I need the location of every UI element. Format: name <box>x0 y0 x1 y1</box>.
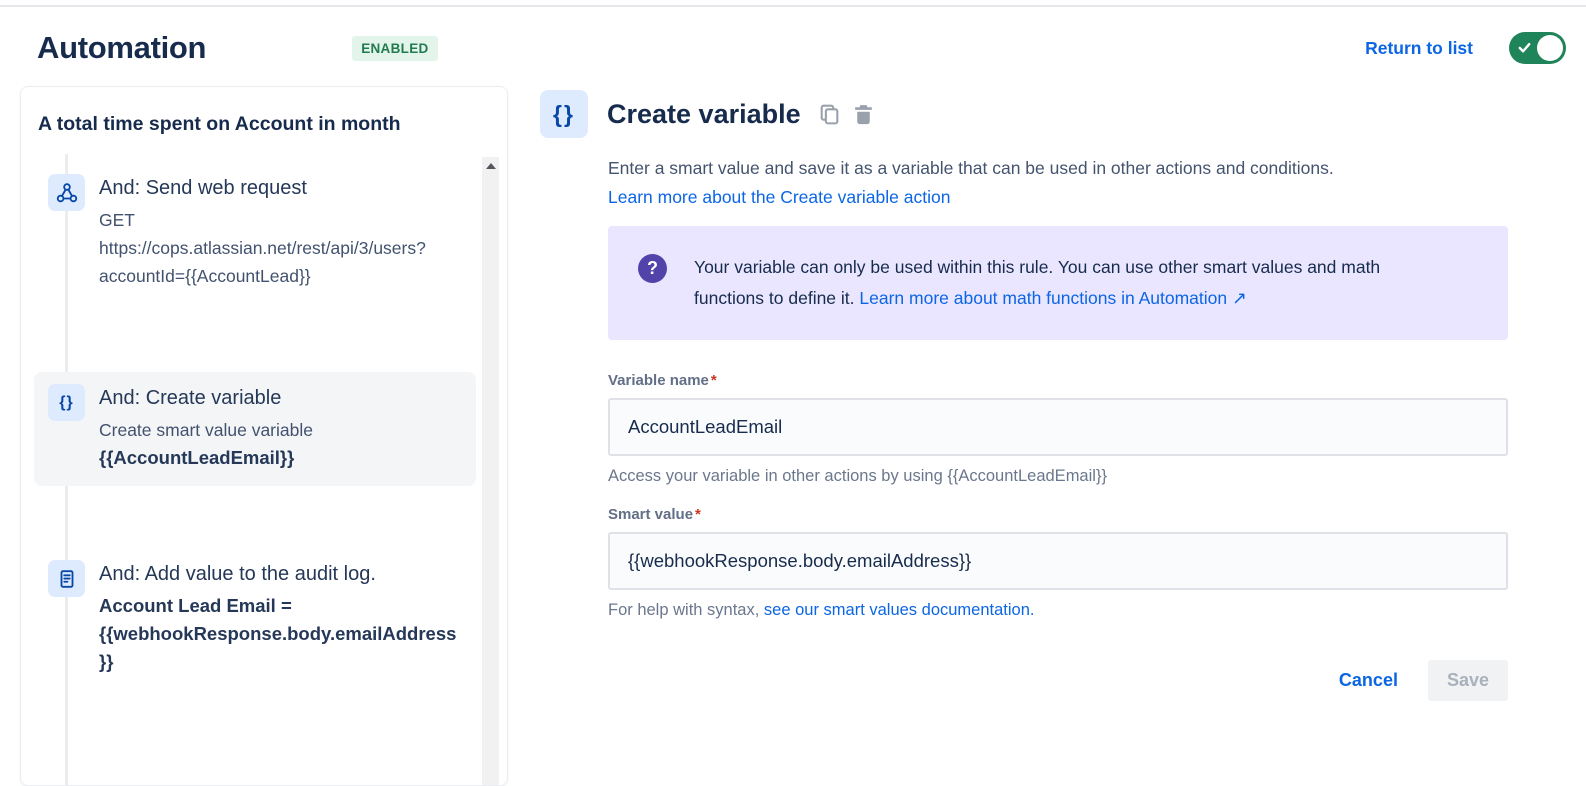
toggle-knob <box>1537 35 1563 61</box>
smart-value-field: Smart value* For help with syntax, see o… <box>608 506 1508 620</box>
info-banner: ? Your variable can only be used within … <box>608 226 1508 340</box>
webhook-icon <box>48 174 85 211</box>
status-badge: ENABLED <box>352 36 437 61</box>
action-editor-panel: {} Create variable Enter a smart value a… <box>508 86 1586 701</box>
action-title: Create variable <box>607 99 801 130</box>
page-top-divider <box>0 5 1586 7</box>
braces-icon: {} <box>48 384 85 421</box>
step-title: And: Create variable <box>99 384 313 412</box>
save-button[interactable]: Save <box>1428 660 1508 701</box>
sidebar-scrollbar[interactable] <box>482 157 499 785</box>
trash-icon[interactable] <box>851 102 876 127</box>
variable-name-input[interactable] <box>608 398 1508 456</box>
learn-more-link[interactable]: Learn more about the Create variable act… <box>608 183 950 211</box>
step-body: And: Add value to the audit log. Account… <box>99 560 461 676</box>
rule-step-send-web-request[interactable]: And: Send web request GET https://cops.a… <box>21 164 507 300</box>
cancel-button[interactable]: Cancel <box>1339 670 1398 691</box>
math-functions-link[interactable]: Learn more about math functions in Autom… <box>859 288 1246 308</box>
required-asterisk: * <box>711 372 717 389</box>
smart-values-doc-link[interactable]: see our smart values documentation. <box>764 601 1035 619</box>
label-text: Smart value <box>608 506 693 523</box>
helper-text: For help with syntax, <box>608 601 764 619</box>
braces-icon: {} <box>540 90 588 138</box>
audit-log-icon <box>48 560 85 597</box>
audit-log-value: Account Lead Email = {{webhookResponse.b… <box>99 592 461 676</box>
request-method: GET <box>99 206 461 234</box>
step-body: And: Send web request GET https://cops.a… <box>99 174 461 290</box>
label-text: Variable name <box>608 372 709 389</box>
check-icon <box>1517 40 1532 55</box>
content-area: A total time spent on Account in month A… <box>0 66 1586 786</box>
variable-name-field: Variable name* Access your variable in o… <box>608 372 1508 486</box>
return-to-list-link[interactable]: Return to list <box>1365 38 1473 59</box>
step-body: And: Create variable Create smart value … <box>99 384 313 472</box>
action-header: {} Create variable <box>540 90 1508 138</box>
scroll-up-arrow[interactable] <box>482 157 499 174</box>
variable-smart-value: {{AccountLeadEmail}} <box>99 444 313 472</box>
question-icon: ? <box>638 254 667 283</box>
variable-name-helper: Access your variable in other actions by… <box>608 467 1508 486</box>
step-description: Account Lead Email = {{webhookResponse.b… <box>99 592 461 676</box>
rule-steps-list: And: Send web request GET https://cops.a… <box>21 154 507 686</box>
action-body: Enter a smart value and save it as a var… <box>608 154 1508 701</box>
smart-value-helper: For help with syntax, see our smart valu… <box>608 601 1508 620</box>
required-asterisk: * <box>695 506 701 523</box>
variable-name-label: Variable name* <box>608 372 1508 389</box>
rule-step-audit-log[interactable]: And: Add value to the audit log. Account… <box>21 550 507 686</box>
smart-value-label: Smart value* <box>608 506 1508 523</box>
step-title: And: Send web request <box>99 174 384 202</box>
info-banner-text: Your variable can only be used within th… <box>694 252 1409 314</box>
rule-step-create-variable[interactable]: {} And: Create variable Create smart val… <box>34 372 476 486</box>
page-title: Automation <box>37 30 206 66</box>
rule-enabled-toggle[interactable] <box>1509 32 1566 64</box>
header: Automation ENABLED Return to list <box>0 0 1586 66</box>
step-title: And: Add value to the audit log. <box>99 560 384 588</box>
action-description: Enter a smart value and save it as a var… <box>608 154 1508 183</box>
smart-value-input[interactable] <box>608 532 1508 590</box>
step-description: Create smart value variable {{AccountLea… <box>99 416 313 472</box>
action-footer: Cancel Save <box>608 660 1508 701</box>
step-description-text: Create smart value variable <box>99 416 313 444</box>
copy-icon[interactable] <box>817 102 842 127</box>
request-url: https://cops.atlassian.net/rest/api/3/us… <box>99 234 461 290</box>
rule-name: A total time spent on Account in month <box>38 113 490 136</box>
header-actions: Return to list <box>1365 32 1566 64</box>
rule-steps-sidebar: A total time spent on Account in month A… <box>20 86 508 786</box>
step-description: GET https://cops.atlassian.net/rest/api/… <box>99 206 461 290</box>
